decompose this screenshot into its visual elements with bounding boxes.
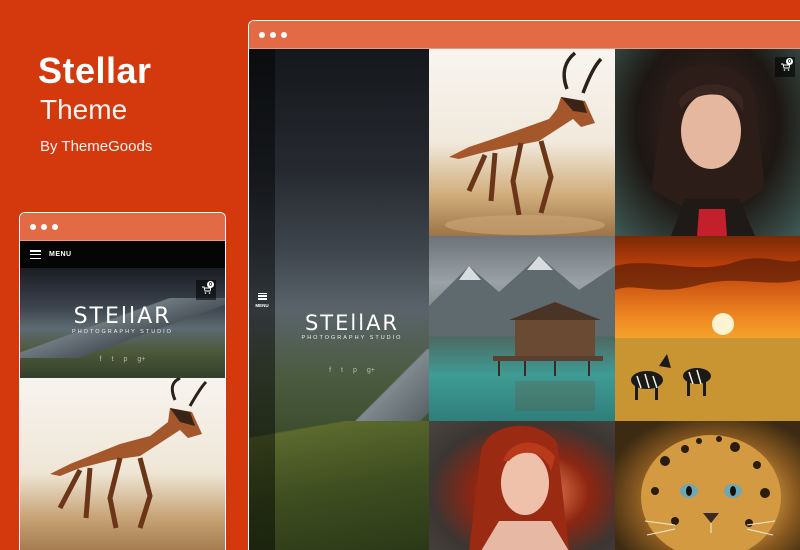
window-dot-icon <box>259 31 265 38</box>
facebook-icon[interactable]: f <box>100 356 102 363</box>
desktop-content: MENU STEllAR PHOTOGRAPHY STUDIO f t p g+ <box>249 49 800 550</box>
cart-count-badge: 0 <box>786 58 793 65</box>
desktop-social-row: f t p g+ <box>275 367 429 374</box>
desktop-logo[interactable]: STEllAR PHOTOGRAPHY STUDIO <box>275 311 429 341</box>
mobile-menu-label[interactable]: MENU <box>49 251 72 258</box>
facebook-icon[interactable]: f <box>329 367 331 374</box>
mobile-hero: 0 STEllAR PHOTOGRAPHY STUDIO f t p g+ <box>20 268 225 378</box>
pinterest-icon[interactable]: p <box>353 367 357 374</box>
woman-portrait-image <box>651 64 765 236</box>
hamburger-icon[interactable] <box>30 250 41 259</box>
desktop-window-bar <box>249 21 800 49</box>
photo-tile-woman[interactable]: 0 <box>615 49 800 236</box>
mobile-window-bar <box>20 213 225 241</box>
promo-subtitle: Theme <box>40 94 128 125</box>
window-dot-icon <box>281 31 287 38</box>
google-plus-icon[interactable]: g+ <box>367 367 375 374</box>
redhead-portrait-image <box>469 425 569 550</box>
mobile-menu-bar[interactable]: MENU <box>20 241 225 268</box>
window-dot-icon <box>270 31 276 38</box>
mobile-logo[interactable]: STEllAR PHOTOGRAPHY STUDIO <box>20 304 225 335</box>
desktop-photo-grid: 0 <box>429 49 800 550</box>
photo-tile-redhead[interactable] <box>429 421 615 550</box>
photo-tile-lake-cabin[interactable] <box>429 236 615 421</box>
desktop-preview-window: MENU STEllAR PHOTOGRAPHY STUDIO f t p g+ <box>248 20 800 550</box>
savanna-sunset-image <box>615 258 800 421</box>
pinterest-icon[interactable]: p <box>124 356 128 363</box>
promo-byline: By ThemeGoods <box>40 138 153 155</box>
promo-title: Stellar <box>38 50 152 91</box>
logo-text: STEllAR <box>73 304 172 329</box>
antelope-image <box>445 51 605 235</box>
window-dot-icon <box>41 223 47 230</box>
photo-tile-savanna-sunset[interactable] <box>615 236 800 421</box>
window-dot-icon <box>52 223 58 230</box>
google-plus-icon[interactable]: g+ <box>137 356 145 363</box>
logo-text: STEllAR <box>304 311 400 335</box>
leopard-image <box>641 435 781 550</box>
logo-tagline: PHOTOGRAPHY STUDIO <box>72 329 173 335</box>
cart-count-badge: 0 <box>207 281 214 288</box>
cart-icon[interactable]: 0 <box>196 280 216 300</box>
mobile-preview-window: MENU 0 STEllAR PHOTOGRAPHY STUDIO f t p … <box>19 212 226 550</box>
twitter-icon[interactable]: t <box>341 367 343 374</box>
mobile-antelope-photo[interactable] <box>20 378 225 550</box>
mobile-social-row: f t p g+ <box>20 356 225 363</box>
photo-tile-antelope[interactable] <box>429 49 615 236</box>
antelope-image <box>50 378 208 529</box>
twitter-icon[interactable]: t <box>112 356 114 363</box>
cart-icon[interactable]: 0 <box>775 57 795 77</box>
hamburger-icon[interactable] <box>257 292 267 300</box>
desktop-hero: MENU STEllAR PHOTOGRAPHY STUDIO f t p g+ <box>249 49 429 550</box>
photo-tile-leopard[interactable] <box>615 421 800 550</box>
logo-tagline: PHOTOGRAPHY STUDIO <box>301 335 403 341</box>
desktop-side-menu[interactable]: MENU <box>249 49 275 550</box>
window-dot-icon <box>30 223 36 230</box>
lake-cabin-image <box>429 256 615 411</box>
desktop-menu-label[interactable]: MENU <box>255 303 268 308</box>
